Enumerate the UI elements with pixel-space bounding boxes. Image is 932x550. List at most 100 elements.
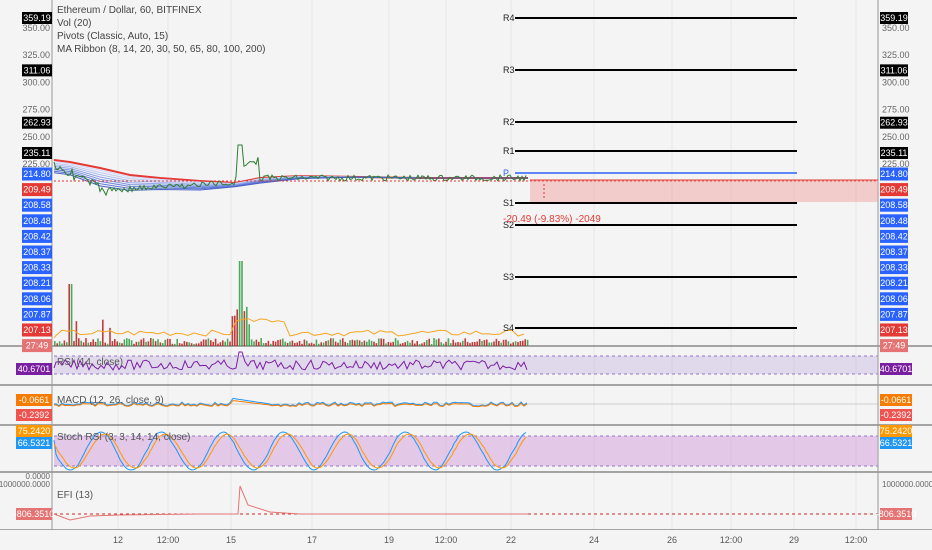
ma-badge-right-label: 208.06 <box>880 294 908 304</box>
volume-bar <box>92 339 94 346</box>
volume-bar <box>130 340 133 346</box>
volume-bar <box>260 338 262 346</box>
volume-bar <box>318 343 320 346</box>
volume-bar <box>483 339 486 346</box>
volume-bar <box>154 341 157 346</box>
volume-bar <box>183 341 186 346</box>
pivot-label-r2: R2 <box>503 117 515 127</box>
pivot-label-p: P <box>503 168 509 178</box>
rsi-badge-right-label: 40.6701 <box>880 364 913 374</box>
volume-bar <box>102 319 104 346</box>
volume-bar <box>80 340 82 346</box>
volume-bar <box>421 343 423 346</box>
volume-bar <box>190 343 193 346</box>
volume-bar <box>471 342 474 346</box>
volume-bar <box>262 343 265 346</box>
volume-bar <box>310 342 313 346</box>
volume-bar <box>354 340 356 346</box>
volume-bar <box>481 340 483 346</box>
volume-bar <box>202 339 205 346</box>
volume-bar <box>380 338 382 346</box>
time-tick: 17 <box>307 535 317 545</box>
volume-bar <box>126 338 128 346</box>
volume-bar <box>291 340 294 346</box>
price-badge-right-label: 235.11 <box>881 148 908 158</box>
ma-badge-left-label: 208.06 <box>23 294 51 304</box>
time-tick: 22 <box>506 535 516 545</box>
ma-badge-left-label: 214.80 <box>23 169 51 179</box>
volume-bar <box>85 338 87 346</box>
volume-bar <box>219 342 222 346</box>
volume-bar <box>277 340 279 346</box>
volume-bar <box>248 324 250 346</box>
price-tick-left: 350.00 <box>22 23 50 33</box>
volume-bar <box>142 338 145 346</box>
volume-bar <box>514 341 517 346</box>
volume-bar <box>114 338 116 346</box>
volume-bar <box>289 341 291 346</box>
volume-bar <box>222 340 224 346</box>
volume-bar <box>241 261 243 346</box>
main-legend: Ethereum / Dollar, 60, BITFINEX Vol (20)… <box>57 4 265 56</box>
volume-bar <box>447 338 450 346</box>
volume-bar <box>166 338 169 346</box>
volume-bar <box>363 340 366 346</box>
volume-bar <box>238 261 241 346</box>
price-tick-right: 225.00 <box>882 159 910 169</box>
volume-bar <box>267 340 270 346</box>
volume-bar <box>210 340 212 346</box>
projection-box <box>530 180 878 202</box>
volume-bar <box>195 343 198 346</box>
ma-badge-right-label: 208.33 <box>880 263 908 273</box>
volume-bar <box>315 339 318 346</box>
volume-bar <box>454 342 457 346</box>
ma-badge-left-label: 208.48 <box>23 216 51 226</box>
volume-bar <box>70 284 73 346</box>
volume-bar <box>478 339 481 346</box>
volume-bar <box>414 343 416 346</box>
volume-bar <box>169 339 171 346</box>
volume-bar <box>346 343 349 346</box>
volume-bar <box>61 343 63 346</box>
volume-bar <box>332 338 334 346</box>
volume-bar <box>301 343 303 346</box>
volume-bar <box>150 338 152 346</box>
volume-bar <box>435 339 438 346</box>
ma-badge-right-label: 208.58 <box>880 200 908 210</box>
volume-bar <box>63 340 66 346</box>
volume-bar <box>303 339 306 346</box>
volume-bar <box>212 341 214 346</box>
volume-bar <box>404 342 406 346</box>
volume-bar <box>147 341 150 346</box>
trading-chart[interactable]: R4R3R2R1PS1S2S3S4 -20.49 (-9.83%) -2049 … <box>0 0 932 550</box>
ma-badge-left-label: 208.58 <box>23 200 51 210</box>
volume-bar <box>75 321 78 346</box>
volume-bar <box>104 342 106 346</box>
volume-bar <box>90 342 92 346</box>
volume-bar <box>78 338 80 346</box>
volume-bar <box>502 339 505 346</box>
volume-bar <box>178 343 181 346</box>
time-tick: 12:00 <box>435 535 458 545</box>
volume-bar <box>330 338 332 346</box>
ma-badge-right-label: 208.21 <box>880 278 908 288</box>
volume-bar <box>313 343 315 346</box>
pivot-label-s1: S1 <box>503 198 514 208</box>
ma-badge-left-label: 208.42 <box>23 231 51 241</box>
volume-bar <box>162 343 164 346</box>
ma-badge-left-label: 207.13 <box>23 325 51 335</box>
volume-bar <box>296 342 298 346</box>
volume-bar <box>450 343 452 346</box>
volume-bar <box>73 341 75 346</box>
volume-bar <box>145 341 147 346</box>
volume-bar <box>344 341 346 346</box>
volume-bar <box>486 339 488 346</box>
volume-bar <box>385 343 387 346</box>
volume-bar <box>495 338 498 346</box>
stoch-rsi-legend: Stoch RSI (3, 3, 14, 14, close) <box>57 432 191 443</box>
volume-bar <box>128 338 130 346</box>
volume-bar <box>457 342 459 346</box>
volume-bar <box>505 339 507 346</box>
ma-badge-left-label: 208.21 <box>23 278 51 288</box>
stoch-k-badge-left-label: 66.5321 <box>18 438 51 448</box>
